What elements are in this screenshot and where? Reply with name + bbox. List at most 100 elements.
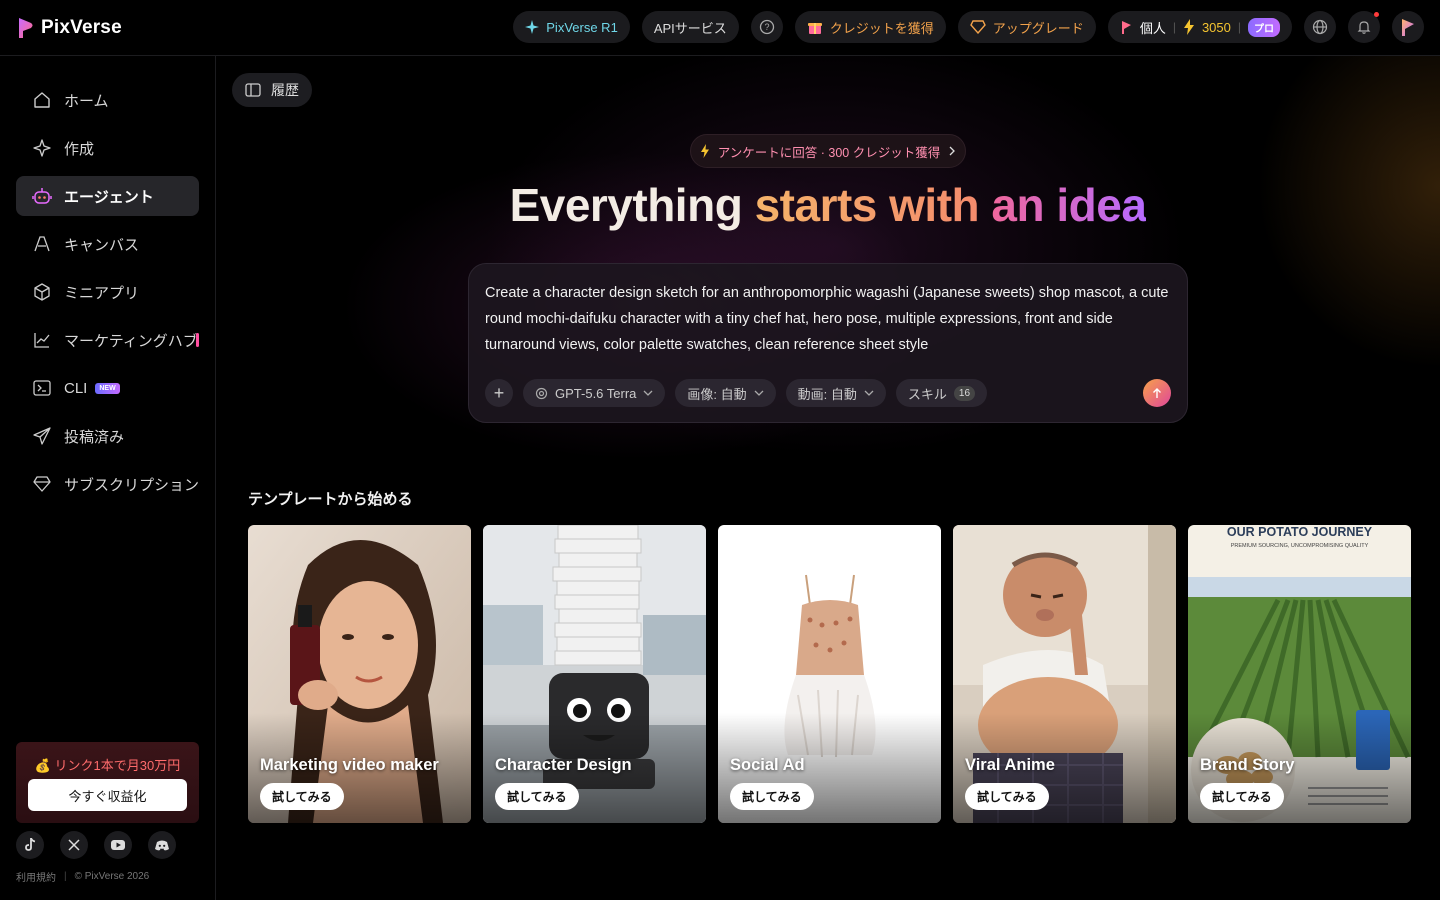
sidebar-item-label: CLI [64,379,88,397]
chevron-down-icon [754,390,764,396]
video-mode-label: 動画: 自動 [797,386,857,402]
chevron-down-icon [864,390,874,396]
chevron-down-icon [643,390,653,396]
tiktok-icon[interactable] [16,831,44,859]
openai-icon [535,387,548,399]
youtube-icon[interactable] [104,831,132,859]
api-service-label: APIサービス [653,20,727,36]
poster-title: OUR POTATO JOURNEY [1226,525,1373,539]
image-mode-select[interactable]: 画像: 自動 [675,379,776,407]
cube-icon [32,282,52,302]
sidebar-item-agent[interactable]: エージェント [16,176,199,216]
plan-badge: プロ [1248,17,1280,37]
templates-section-title: テンプレートから始める [248,491,413,508]
copyright: © PixVerse 2026 [74,871,150,882]
canvas-icon [32,234,52,254]
account-credits-pill[interactable]: 個人 | 3050 | プロ [1107,11,1292,43]
try-button[interactable]: 試してみる [260,783,344,810]
user-avatar[interactable] [1392,11,1424,43]
help-button[interactable]: ? [750,11,783,43]
sidebar-item-label: エージェント [64,188,154,206]
upgrade-button[interactable]: アップグレード [957,11,1096,43]
earn-credits-label: クレジットを獲得 [829,20,934,36]
poster-subtitle: PREMIUM SOURCING, UNCOMPROMISING QUALITY [1230,543,1369,549]
sidebar-item-cli[interactable]: CLI NEW [16,368,199,408]
sidebar-item-canvas[interactable]: キャンバス [16,224,199,264]
sparkle-icon [32,138,52,158]
promo-title: 💰 リンク1本で月30万円 [34,758,181,773]
send-button[interactable] [1143,379,1171,407]
terms-link[interactable]: 利用規約 [16,869,56,884]
template-cards: Marketing video maker 試してみる Character De… [248,525,1411,823]
earn-credits-button[interactable]: クレジットを獲得 [794,11,946,43]
globe-icon [1312,19,1328,35]
account-label: 個人 [1139,20,1166,36]
chevron-right-icon [949,146,956,156]
gift-icon [807,23,822,34]
history-button[interactable]: 履歴 [232,73,312,107]
model-label: GPT-5.6 Terra [555,385,637,401]
monetize-button[interactable]: 今すぐ収益化 [28,779,187,811]
top-bar: PixVerse PixVerse R1 APIサービス ? クレジットを獲得 … [0,0,1440,56]
sidebar-item-label: キャンバス [64,236,140,254]
try-button[interactable]: 試してみる [965,783,1049,810]
hero-title-part1: Everything [509,179,743,231]
sidebar-item-label: 作成 [64,140,95,158]
try-button[interactable]: 試してみる [730,783,814,810]
social-links [16,831,176,859]
survey-banner[interactable]: アンケートに回答 · 300 クレジット獲得 [690,134,966,168]
model-select[interactable]: GPT-5.6 Terra [523,379,666,407]
lightning-icon [700,144,709,158]
hero-title-part2: starts with [754,179,980,231]
discord-icon[interactable] [148,831,176,859]
hero-title: Everything starts with an idea [216,178,1440,232]
sidebar-item-label: マーケティングハブ [64,332,198,350]
sidebar-item-posted[interactable]: 投稿済み [16,416,199,456]
sidebar-footer: 利用規約 | © PixVerse 2026 [16,869,149,884]
prompt-toolbar: + GPT-5.6 Terra 画像: 自動 動画: 自動 スキル 16 [485,379,988,407]
logo[interactable]: PixVerse [17,16,122,40]
sidebar: ホーム 作成 エージェント キャンバス ミニアプリ マーケティングハブ CLI … [0,56,216,900]
add-attachment-button[interactable]: + [485,379,513,407]
sidebar-item-create[interactable]: 作成 [16,128,199,168]
svg-text:?: ? [764,22,769,32]
divider: | [1172,20,1176,34]
template-card-marketing[interactable]: Marketing video maker 試してみる [248,525,471,823]
language-button[interactable] [1304,11,1336,43]
help-icon: ? [759,19,774,35]
skills-button[interactable]: スキル 16 [895,379,988,407]
try-button[interactable]: 試してみる [1200,783,1284,810]
try-button[interactable]: 試してみる [495,783,579,810]
template-title: Character Design [495,756,632,774]
sidebar-item-label: ホーム [64,92,109,110]
video-mode-select[interactable]: 動画: 自動 [785,379,886,407]
sidebar-item-home[interactable]: ホーム [16,80,199,120]
prompt-input[interactable]: Create a character design sketch for an … [485,280,1175,358]
pixverse-r1-button[interactable]: PixVerse R1 [513,11,630,43]
sidebar-item-miniapps[interactable]: ミニアプリ [16,272,199,312]
marketing-indicator [196,333,199,347]
pixverse-r1-label: PixVerse R1 [546,19,618,35]
divider: | [64,871,67,882]
notifications-button[interactable] [1348,11,1380,43]
template-card-brand-story[interactable]: OUR POTATO JOURNEY PREMIUM SOURCING, UNC… [1188,525,1411,823]
sidebar-item-marketing-hub[interactable]: マーケティングハブ [16,320,199,360]
template-title: Viral Anime [965,756,1055,774]
robot-icon [32,186,52,206]
avatar-logo-icon [1402,19,1414,36]
terminal-icon [32,378,52,398]
monetize-promo: 💰 リンク1本で月30万円 今すぐ収益化 [16,742,199,823]
x-twitter-icon[interactable] [60,831,88,859]
image-mode-label: 画像: 自動 [687,386,747,402]
template-card-viral-anime[interactable]: Viral Anime 試してみる [953,525,1176,823]
prompt-box: Create a character design sketch for an … [468,263,1188,423]
bell-icon [1357,21,1371,34]
api-service-button[interactable]: APIサービス [641,11,739,43]
credit-count: 3050 [1201,19,1231,35]
template-card-character[interactable]: Character Design 試してみる [483,525,706,823]
chart-icon [32,330,52,350]
template-card-social-ad[interactable]: Social Ad 試してみる [718,525,941,823]
sidebar-item-subscription[interactable]: サブスクリプション [16,464,199,504]
main-content: 履歴 アンケートに回答 · 300 クレジット獲得 Everything sta… [216,56,1440,900]
diamond-icon [32,474,52,494]
